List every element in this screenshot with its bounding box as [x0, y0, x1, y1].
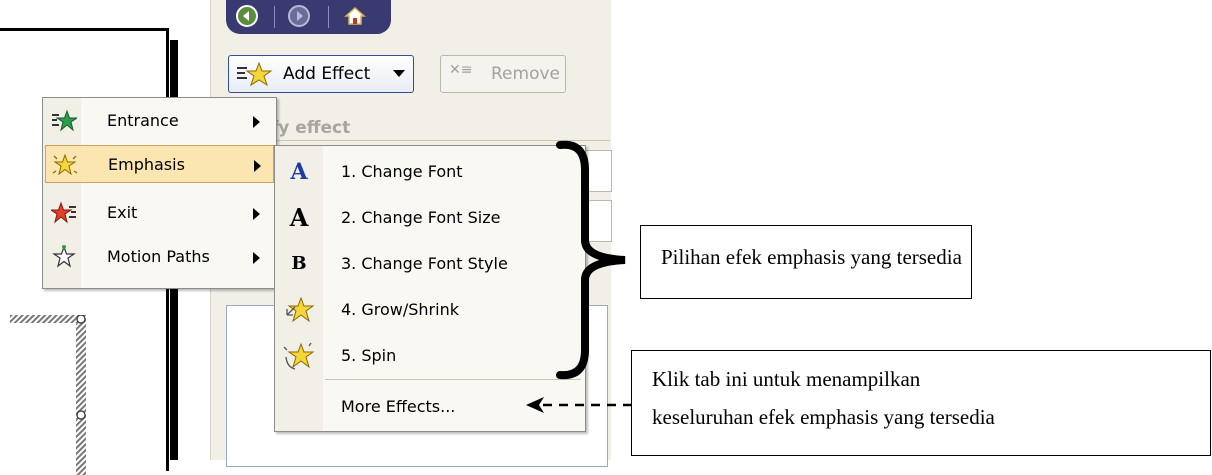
add-effect-menu: Entrance Emphasis Exit Motion Paths: [42, 97, 277, 289]
dashed-arrow-annotation: [526, 397, 632, 413]
grow-shrink-star-icon: [286, 296, 315, 323]
motion-paths-star-icon: [52, 245, 76, 268]
menu-item-label: Exit: [107, 203, 138, 222]
more-effects-label: More Effects...: [341, 397, 456, 416]
add-effect-label: Add Effect: [283, 64, 371, 84]
chevron-right-icon: [254, 160, 261, 172]
exit-star-icon: [51, 201, 76, 224]
annotation-callout-emphasis-options: Pilihan efek emphasis yang tersedia: [640, 225, 972, 299]
menu-item-label: Entrance: [107, 111, 179, 130]
curly-brace-annotation: [556, 140, 626, 380]
change-font-style-icon: B: [291, 253, 307, 274]
back-arrow-icon[interactable]: [234, 4, 260, 28]
spin-star-icon: [283, 342, 315, 370]
emphasis-item-spin[interactable]: 5. Spin: [275, 333, 585, 379]
remove-x-icon: ✕≡: [449, 62, 473, 78]
placeholder-border[interactable]: [10, 315, 90, 475]
menu-item-label: Emphasis: [108, 155, 185, 174]
remove-button[interactable]: ✕≡ Remove: [440, 55, 566, 93]
emphasis-star-icon: [52, 153, 78, 176]
remove-label: Remove: [491, 64, 560, 84]
modify-effect-heading: ify effect: [265, 118, 351, 138]
forward-arrow-icon[interactable]: [286, 4, 312, 28]
emphasis-item-label: 4. Grow/Shrink: [341, 300, 459, 319]
menu-separator: [325, 379, 581, 380]
change-font-size-icon: A: [289, 203, 309, 232]
chevron-right-icon: [253, 208, 260, 220]
emphasis-item-grow-shrink[interactable]: 4. Grow/Shrink: [275, 287, 585, 333]
emphasis-item-change-font[interactable]: A 1. Change Font: [275, 149, 585, 195]
emphasis-item-label: 1. Change Font: [341, 162, 463, 181]
emphasis-item-label: 3. Change Font Style: [341, 254, 508, 273]
annotation-callout-more-effects: Klik tab ini untuk menampilkan keseluruh…: [631, 350, 1211, 456]
menu-item-exit[interactable]: Exit: [45, 194, 274, 232]
emphasis-submenu: A 1. Change Font A 2. Change Font Size B…: [274, 145, 586, 432]
chevron-right-icon: [253, 252, 260, 264]
emphasis-item-label: 5. Spin: [341, 346, 397, 365]
home-icon[interactable]: [342, 4, 368, 28]
annotation-text: keseluruhan efek emphasis yang tersedia: [652, 405, 995, 429]
chevron-right-icon: [253, 116, 260, 128]
emphasis-item-label: 2. Change Font Size: [341, 208, 501, 227]
menu-item-label: Motion Paths: [107, 247, 210, 266]
emphasis-item-change-font-size[interactable]: A 2. Change Font Size: [275, 195, 585, 241]
entrance-star-icon: [52, 109, 77, 132]
add-effect-button[interactable]: Add Effect: [228, 55, 414, 93]
chevron-down-icon: [393, 70, 405, 77]
menu-item-motion-paths[interactable]: Motion Paths: [45, 238, 274, 276]
annotation-text: Klik tab ini untuk menampilkan: [652, 367, 921, 391]
add-effect-star-icon: [237, 61, 273, 87]
annotation-text: Pilihan efek emphasis yang tersedia: [661, 245, 962, 269]
task-pane-nav-bar: [226, 0, 391, 34]
emphasis-item-change-font-style[interactable]: B 3. Change Font Style: [275, 241, 585, 287]
change-font-icon: A: [290, 159, 308, 185]
menu-item-entrance[interactable]: Entrance: [45, 102, 274, 140]
menu-item-emphasis[interactable]: Emphasis: [45, 145, 274, 183]
